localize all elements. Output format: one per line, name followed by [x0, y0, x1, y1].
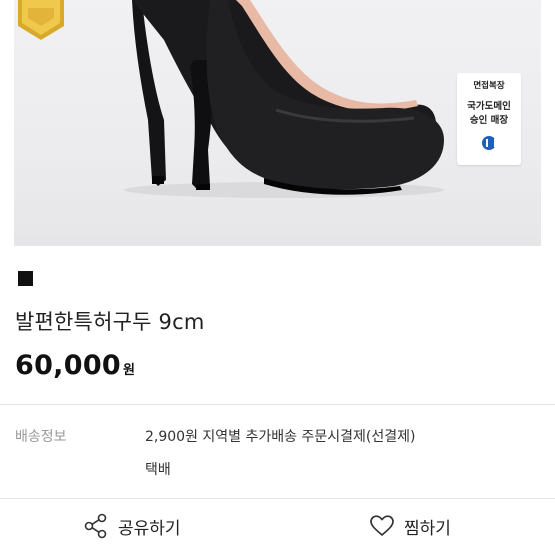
- shipping-method: 택배: [145, 462, 171, 478]
- badge-line-2: 국가도메인: [467, 101, 511, 112]
- badge-line-3: 승인 매장: [469, 115, 509, 126]
- share-icon: [84, 513, 107, 539]
- product-price: 60,000 원: [15, 350, 135, 381]
- wishlist-label: 찜하기: [404, 518, 451, 539]
- product-title: 발편한특허구두 9cm: [15, 310, 205, 334]
- shipping-label: 배송정보: [15, 429, 67, 445]
- divider: [0, 498, 555, 499]
- heart-icon: [370, 515, 394, 536]
- price-currency: 원: [123, 363, 135, 378]
- share-label: 공유하기: [118, 518, 181, 539]
- award-seal-icon: [18, 0, 64, 40]
- price-value: 60,000: [15, 350, 121, 381]
- color-swatch-icon: [18, 271, 33, 286]
- shipping-info: 2,900원 지역별 추가배송 주문시결제(선결제): [145, 429, 416, 445]
- certification-badge: 면접복장 국가도메인 승인 매장: [457, 73, 521, 165]
- kr-domain-logo-icon: [482, 136, 496, 150]
- divider: [0, 404, 555, 405]
- product-image[interactable]: 면접복장 국가도메인 승인 매장: [14, 0, 541, 246]
- wishlist-button[interactable]: 찜하기: [368, 505, 451, 547]
- share-button[interactable]: 공유하기: [82, 505, 181, 547]
- badge-line-1: 면접복장: [473, 81, 505, 91]
